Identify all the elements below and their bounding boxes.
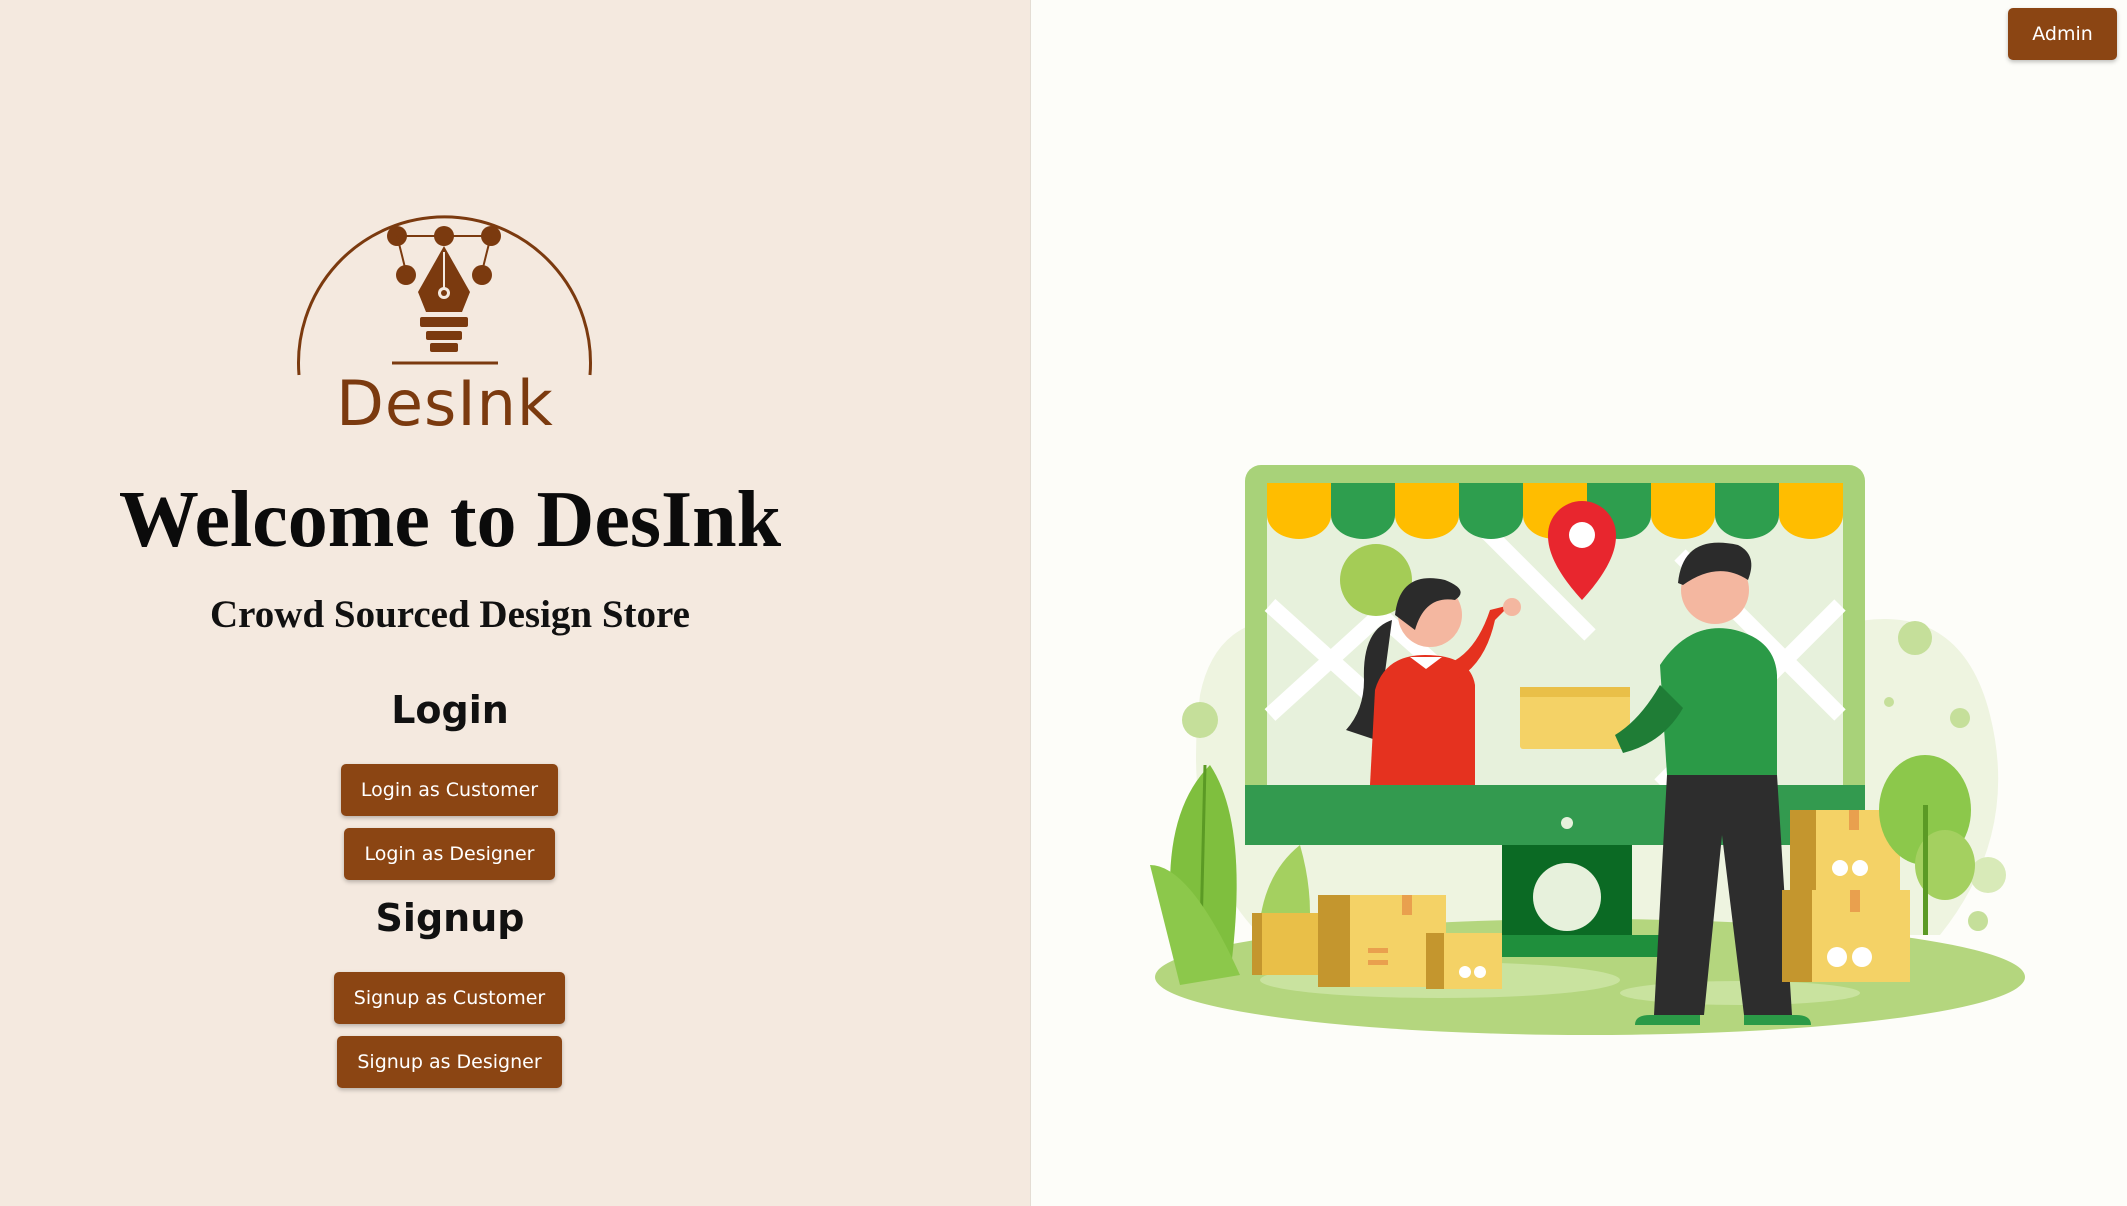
desink-logo: DesInk — [290, 180, 600, 450]
page-subtitle: Crowd Sourced Design Store — [210, 593, 690, 636]
signup-as-customer-button[interactable]: Signup as Customer — [334, 972, 565, 1024]
signup-as-designer-button[interactable]: Signup as Designer — [337, 1036, 562, 1088]
login-as-designer-button[interactable]: Login as Designer — [344, 828, 555, 880]
login-heading: Login — [391, 688, 509, 732]
left-panel: DesInk Welcome to DesInk Crowd Sourced D… — [0, 0, 1031, 1206]
page-title: Welcome to DesInk — [118, 476, 782, 564]
admin-button[interactable]: Admin — [2008, 8, 2117, 60]
online-shop-delivery-illustration — [1150, 465, 2025, 1035]
logo-wordmark: DesInk — [336, 367, 554, 440]
signup-heading: Signup — [375, 896, 525, 940]
login-as-customer-button[interactable]: Login as Customer — [341, 764, 558, 816]
